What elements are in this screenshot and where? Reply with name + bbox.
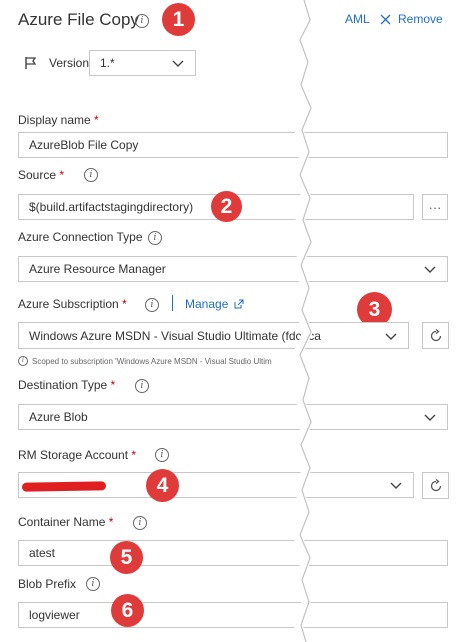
refresh-subscription-button[interactable] [422,322,449,349]
task-title: Azure File Copy [18,10,139,29]
subscription-label: Azure Subscription * [18,297,127,311]
info-icon[interactable]: i [135,14,149,28]
chevron-down-icon [424,266,436,273]
display-name-label: Display name * [18,113,99,127]
container-name-input[interactable]: atest [18,540,448,566]
remove-button[interactable]: Remove [380,12,443,26]
info-icon[interactable]: i [135,379,149,393]
subscription-select[interactable]: Windows Azure MSDN - Visual Studio Ultim… [18,322,409,349]
callout-badge-6: 6 [111,594,144,627]
refresh-icon [430,478,441,491]
remove-label: Remove [398,12,443,26]
manage-link[interactable]: Manage [185,297,244,311]
callout-badge-4: 4 [146,469,179,502]
external-link-icon [234,299,244,309]
destination-type-label: Destination Type * [18,378,116,392]
redaction-mark [21,481,107,492]
storage-account-label: RM Storage Account * [18,448,137,462]
close-icon [380,14,391,24]
callout-badge-1: 1 [162,3,195,36]
display-name-input[interactable]: AzureBlob File Copy [18,132,448,158]
info-icon: i [18,356,28,366]
callout-badge-5: 5 [110,541,143,574]
info-icon[interactable]: i [148,231,162,245]
version-label: Version [49,56,90,70]
info-icon[interactable]: i [155,448,169,462]
info-icon[interactable]: i [84,168,98,182]
chevron-down-icon [424,414,436,421]
blob-prefix-label: Blob Prefix [18,577,77,591]
connection-type-label: Azure Connection Type [18,230,143,244]
info-icon[interactable]: i [133,516,147,530]
blob-prefix-input[interactable]: logviewer [18,602,448,628]
destination-type-select[interactable]: Azure Blob [18,404,448,430]
info-icon[interactable]: i [145,298,159,312]
chevron-down-icon [390,482,402,489]
chevron-down-icon [172,60,184,67]
version-select[interactable]: 1.* [89,50,196,76]
callout-badge-2: 2 [211,191,242,222]
info-icon[interactable]: i [86,577,100,591]
flag-icon [25,57,37,69]
container-name-label: Container Name * [18,515,114,529]
version-value: 1.* [100,56,115,70]
browse-source-button[interactable]: ··· [422,194,448,220]
view-yaml-link[interactable]: AML [345,12,370,26]
connection-type-select[interactable]: Azure Resource Manager [18,256,448,282]
refresh-icon [430,328,441,341]
chevron-down-icon [385,333,397,340]
divider [172,295,173,311]
source-label: Source * [18,168,65,182]
subscription-scope-note: i Scoped to subscription 'Windows Azure … [18,356,293,366]
refresh-storage-button[interactable] [422,472,449,499]
